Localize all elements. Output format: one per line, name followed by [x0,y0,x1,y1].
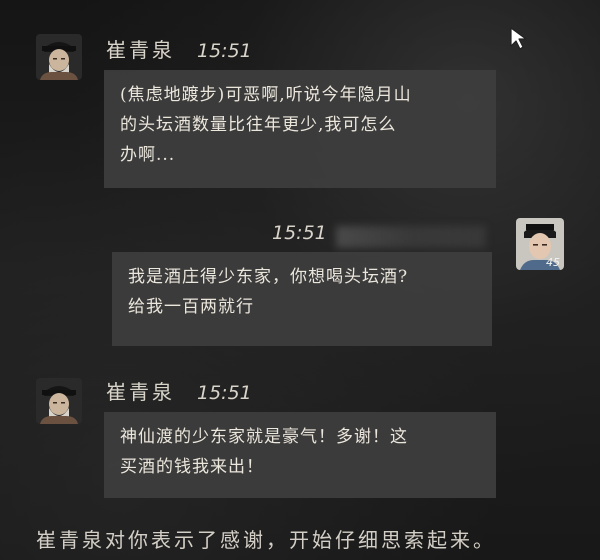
npc-message-bubble: (焦虑地踱步)可恶啊,听说今年隐月山 的头坛酒数量比往年更少,我可怎么 办啊..… [104,70,496,188]
sender-name: 崔青泉 [106,38,175,62]
npc-avatar[interactable] [36,378,82,424]
npc-avatar[interactable] [36,34,82,80]
message-time: 15:51 [272,222,327,244]
player-avatar[interactable]: 45 [516,218,564,270]
message-header: 崔青泉 15:51 [106,376,252,405]
message-time: 15:51 [197,382,252,404]
message-time: 15:51 [197,40,252,62]
player-level-badge: 45 [546,256,560,269]
npc-message-bubble: 神仙渡的少东家就是豪气！多谢！这 买酒的钱我来出！ [104,412,496,498]
player-message-bubble: 我是酒庄得少东家，你想喝头坛酒? 给我一百两就行 [112,252,492,346]
mouse-pointer-icon [510,27,527,50]
message-header: 崔青泉 15:51 [106,34,252,63]
elder-official-portrait-icon [36,378,82,424]
sender-name: 崔青泉 [106,380,175,404]
message-header: 15:51 [272,220,327,244]
system-message: 崔青泉对你表示了感谢，开始仔细思索起来。 [36,528,496,552]
player-name-blurred [336,226,486,248]
elder-official-portrait-icon [36,34,82,80]
